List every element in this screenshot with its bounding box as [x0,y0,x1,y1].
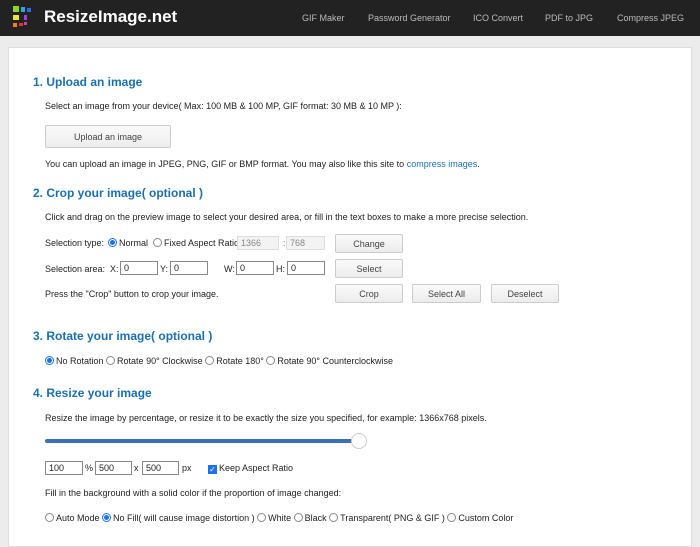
upload-note-text: You can upload an image in JPEG, PNG, GI… [45,159,407,169]
percent-input[interactable]: 100 [45,461,83,475]
upload-note: You can upload an image in JPEG, PNG, GI… [45,159,480,169]
slider-thumb[interactable] [351,433,367,449]
crop-desc: Click and drag on the preview image to s… [45,212,529,222]
radio-fixed-aspect[interactable]: Fixed Aspect Ratio [153,238,239,248]
px-unit: px [182,463,192,473]
radio-icon [293,513,303,522]
radio-normal[interactable]: Normal [108,238,148,248]
keep-aspect-checkbox[interactable]: ✓ Keep Aspect Ratio [208,463,293,474]
radio-label: No Rotation [56,356,104,366]
y-input[interactable]: 0 [170,261,208,275]
upload-button[interactable]: Upload an image [45,125,171,148]
radio-icon [266,356,276,365]
ratio-height-input[interactable]: 768 [286,236,325,250]
w-label: W: [224,264,235,274]
radio-icon [257,513,267,522]
checkmark-icon: ✓ [208,465,217,474]
h-label: H: [276,264,285,274]
radio-icon-selected [102,513,112,522]
radio-label: Rotate 90° Clockwise [117,356,203,366]
radio-icon [329,513,339,522]
rotate-options: No Rotation Rotate 90° Clockwise Rotate … [45,356,393,366]
radio-auto-mode[interactable]: Auto Mode [45,513,100,523]
radio-no-fill[interactable]: No Fill( will cause image distortion ) [102,513,255,523]
radio-rotate-90-cw[interactable]: Rotate 90° Clockwise [106,356,203,366]
x-input[interactable]: 0 [120,261,158,275]
radio-rotate-180[interactable]: Rotate 180° [205,356,264,366]
radio-icon [45,513,54,522]
percent-sign: % [85,463,94,473]
x-label: X: [110,264,119,274]
brand[interactable]: ResizeImage.net [44,7,177,27]
radio-label: Transparent( PNG & GIF ) [340,513,445,523]
section-upload-title: 1. Upload an image [33,75,143,89]
radio-label: White [268,513,292,523]
nav-gif-maker[interactable]: GIF Maker [302,13,345,23]
ratio-width-input[interactable]: 1366 [237,236,279,250]
top-header: ResizeImage.net GIF Maker Password Gener… [0,0,700,36]
deselect-button[interactable]: Deselect [491,284,559,303]
radio-fixed-label: Fixed Aspect Ratio [164,238,240,248]
keep-aspect-label: Keep Aspect Ratio [219,463,294,473]
section-resize-title: 4. Resize your image [33,386,152,400]
upload-desc: Select an image from your device( Max: 1… [45,101,402,111]
radio-transparent[interactable]: Transparent( PNG & GIF ) [329,513,445,523]
select-button[interactable]: Select [335,259,403,278]
height-input[interactable]: 500 [142,461,179,475]
w-input[interactable]: 0 [236,261,274,275]
nav-pdf-to-jpg[interactable]: PDF to JPG [545,13,593,23]
radio-label: No Fill( will cause image distortion ) [113,513,255,523]
radio-label: Rotate 90° Counterclockwise [277,356,394,366]
crop-button[interactable]: Crop [335,284,403,303]
section-rotate-title: 3. Rotate your image( optional ) [33,329,213,343]
selection-type-label: Selection type: [45,238,105,248]
radio-label: Rotate 180° [216,356,264,366]
fill-options: Auto Mode No Fill( will cause image dist… [45,513,513,523]
fill-desc: Fill in the background with a solid colo… [45,488,342,498]
radio-icon-selected [45,356,54,365]
radio-no-rotation[interactable]: No Rotation [45,356,104,366]
change-button[interactable]: Change [335,234,403,253]
compress-images-link[interactable]: compress images [407,159,478,169]
selection-area-label: Selection area: [45,264,106,274]
section-crop-title: 2. Crop your image( optional ) [33,186,204,200]
y-label: Y: [160,264,169,274]
radio-icon-selected [108,238,117,247]
period: . [477,159,480,169]
nav-ico-convert[interactable]: ICO Convert [473,13,523,23]
radio-normal-label: Normal [119,238,149,248]
radio-white[interactable]: White [257,513,291,523]
radio-icon [153,238,162,247]
slider-track [45,439,355,443]
width-input[interactable]: 500 [95,461,132,475]
radio-custom-color[interactable]: Custom Color [447,513,513,523]
select-all-button[interactable]: Select All [412,284,481,303]
crop-instructions: Press the "Crop" button to crop your ima… [45,289,219,299]
radio-icon [205,356,215,365]
logo-icon [13,6,31,27]
radio-icon [106,356,116,365]
nav-compress-jpeg[interactable]: Compress JPEG [617,13,684,23]
radio-label: Black [304,513,327,523]
radio-rotate-90-ccw[interactable]: Rotate 90° Counterclockwise [266,356,393,366]
radio-black[interactable]: Black [293,513,327,523]
resize-desc: Resize the image by percentage, or resiz… [45,413,487,423]
h-input[interactable]: 0 [287,261,325,275]
radio-label: Auto Mode [56,513,100,523]
resize-slider[interactable] [45,433,367,449]
radio-icon [447,513,457,522]
times-sign: x [134,463,139,473]
radio-label: Custom Color [458,513,514,523]
nav-password-generator[interactable]: Password Generator [368,13,451,23]
